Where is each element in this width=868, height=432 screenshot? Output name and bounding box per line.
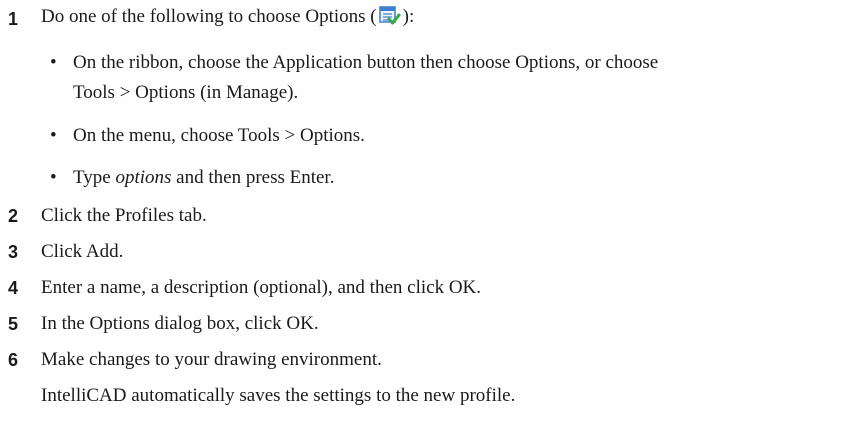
step-text: Enter a name, a description (optional), … [41, 277, 482, 298]
command-name: options [115, 167, 172, 188]
bullet-text-after: and then press Enter. [171, 167, 335, 188]
bullet-text-before: Type [73, 167, 116, 188]
bullet-dot: • [50, 125, 57, 146]
bullet-item-ribbon: • On the ribbon, choose the Application … [0, 48, 868, 108]
note-text: IntelliCAD automatically saves the setti… [41, 385, 516, 406]
bullet-dot: • [50, 52, 57, 73]
step-number: 4 [8, 277, 19, 298]
bullet-text-line1: On the ribbon, choose the Application bu… [73, 52, 659, 73]
bullet-text: On the menu, choose Tools > Options. [73, 125, 365, 146]
step-text-after: ): [402, 6, 415, 27]
options-icon [378, 6, 401, 32]
step-text: Click Add. [41, 241, 124, 262]
bullet-item-type: • Type options and then press Enter. [0, 163, 868, 193]
step-text-before: Do one of the following to choose Option… [41, 6, 377, 27]
step-text: In the Options dialog box, click OK. [41, 313, 319, 334]
step-number: 1 [8, 8, 19, 29]
step-text: Make changes to your drawing environment… [41, 349, 382, 370]
step-number: 6 [8, 349, 19, 370]
bullet-text: Type options and then press Enter. [73, 163, 334, 193]
step-number: 3 [8, 241, 19, 262]
step-text: Do one of the following to choose Option… [41, 6, 414, 32]
bullet-dot: • [50, 167, 57, 188]
step-number: 5 [8, 313, 19, 334]
step-text: Click the Profiles tab. [41, 205, 207, 226]
bullet-text-line2: Tools > Options (in Manage). [73, 82, 299, 103]
instruction-page: 1 Do one of the following to choose Opti… [0, 0, 868, 432]
step-number: 2 [8, 205, 19, 226]
bullet-item-menu: • On the menu, choose Tools > Options. [0, 121, 868, 151]
